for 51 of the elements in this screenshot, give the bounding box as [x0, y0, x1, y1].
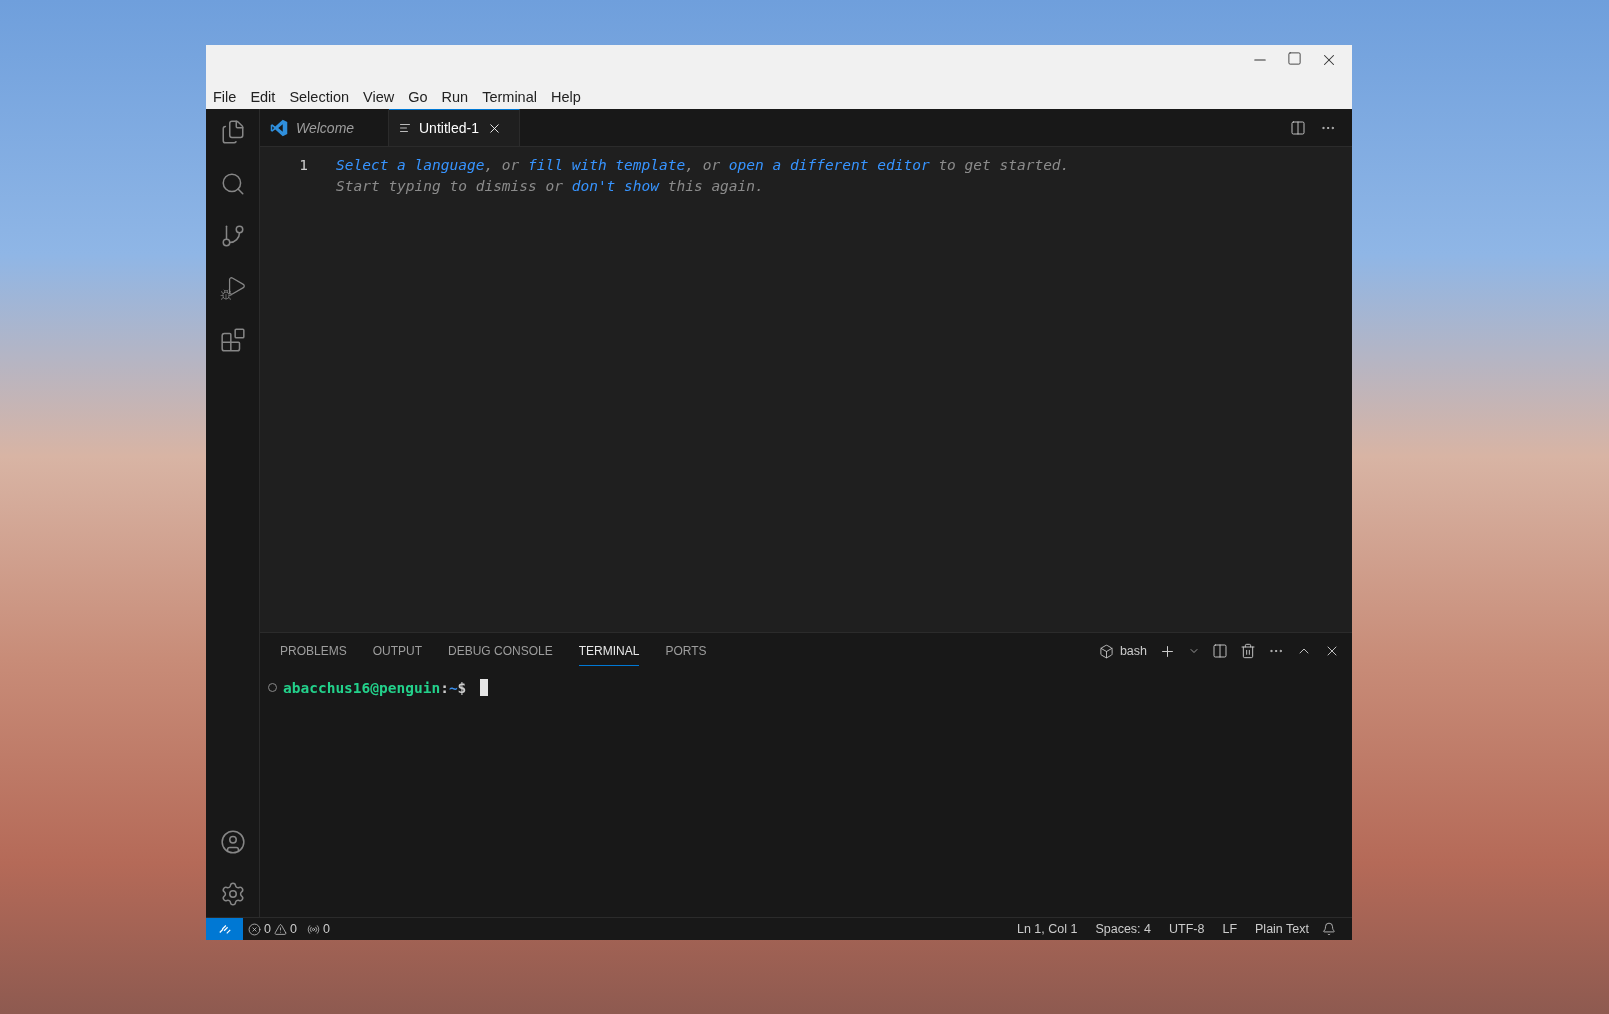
editor-tab[interactable]: Untitled-1	[389, 109, 520, 146]
menu-item[interactable]: Run	[440, 89, 476, 105]
split-editor-icon[interactable]	[1290, 119, 1306, 136]
menu-item[interactable]: Selection	[288, 89, 357, 105]
files-icon[interactable]	[219, 119, 246, 145]
error-count[interactable]: 0	[264, 922, 271, 936]
hint-link[interactable]: don't show	[571, 178, 659, 194]
play-bug-icon[interactable]	[219, 275, 246, 301]
maximize-icon[interactable]	[1287, 51, 1302, 66]
panel-tab[interactable]: DEBUG CONSOLE	[448, 636, 553, 666]
hint-link[interactable]: open a different editor	[728, 157, 930, 173]
menu-item[interactable]: View	[362, 89, 402, 105]
branch-icon[interactable]	[219, 223, 246, 249]
hint-link[interactable]: fill with template	[528, 157, 686, 173]
menu-item[interactable]: Edit	[249, 89, 283, 105]
status-item[interactable]: Plain Text	[1250, 922, 1314, 936]
menu-item[interactable]: Help	[549, 89, 588, 105]
error-icon	[248, 922, 261, 936]
remote-button[interactable]	[206, 918, 243, 940]
menu-item[interactable]: Go	[407, 89, 435, 105]
remote-icon	[217, 922, 232, 936]
hint-link[interactable]: Select a language	[336, 157, 485, 173]
panel-tab[interactable]: PORTS	[665, 636, 707, 666]
panel-tab[interactable]: OUTPUT	[372, 636, 423, 666]
hint-text: Start typing to dismiss or don't show this again.	[336, 177, 764, 196]
warning-icon	[273, 922, 287, 936]
status-item[interactable]: Spaces: 4	[1090, 922, 1156, 936]
antenna-icon	[306, 922, 320, 936]
status-item[interactable]: Ln 1, Col 1	[1011, 922, 1083, 936]
line-number: 1	[299, 157, 308, 173]
terminal-shell-icon	[1098, 643, 1114, 659]
terminal-prompt: abacchus16@penguin:~$	[283, 679, 467, 696]
ports-count[interactable]: 0	[322, 922, 330, 936]
terminal-cursor	[480, 679, 489, 696]
text-file-icon	[399, 122, 411, 134]
shell-name[interactable]: bash	[1119, 644, 1147, 658]
status-item[interactable]: UTF-8	[1164, 922, 1210, 936]
trash-icon[interactable]	[1240, 643, 1256, 659]
panel-tab[interactable]: PROBLEMS	[280, 636, 347, 666]
account-icon[interactable]	[219, 829, 246, 855]
warning-count[interactable]: 0	[289, 922, 297, 936]
menu-item[interactable]: Terminal	[481, 89, 544, 105]
split-terminal-icon[interactable]	[1212, 643, 1228, 659]
menu-item[interactable]: File	[212, 89, 244, 105]
bell-icon[interactable]	[1322, 922, 1336, 936]
hint-text: Select a language, or fill with template, or open a different editor to get started.	[336, 156, 1070, 175]
status-item[interactable]: LF	[1217, 922, 1243, 936]
settings-icon[interactable]	[219, 881, 246, 907]
extensions-icon[interactable]	[219, 327, 246, 353]
panel-tab[interactable]: TERMINAL	[578, 636, 640, 666]
logo-icon	[270, 119, 288, 137]
